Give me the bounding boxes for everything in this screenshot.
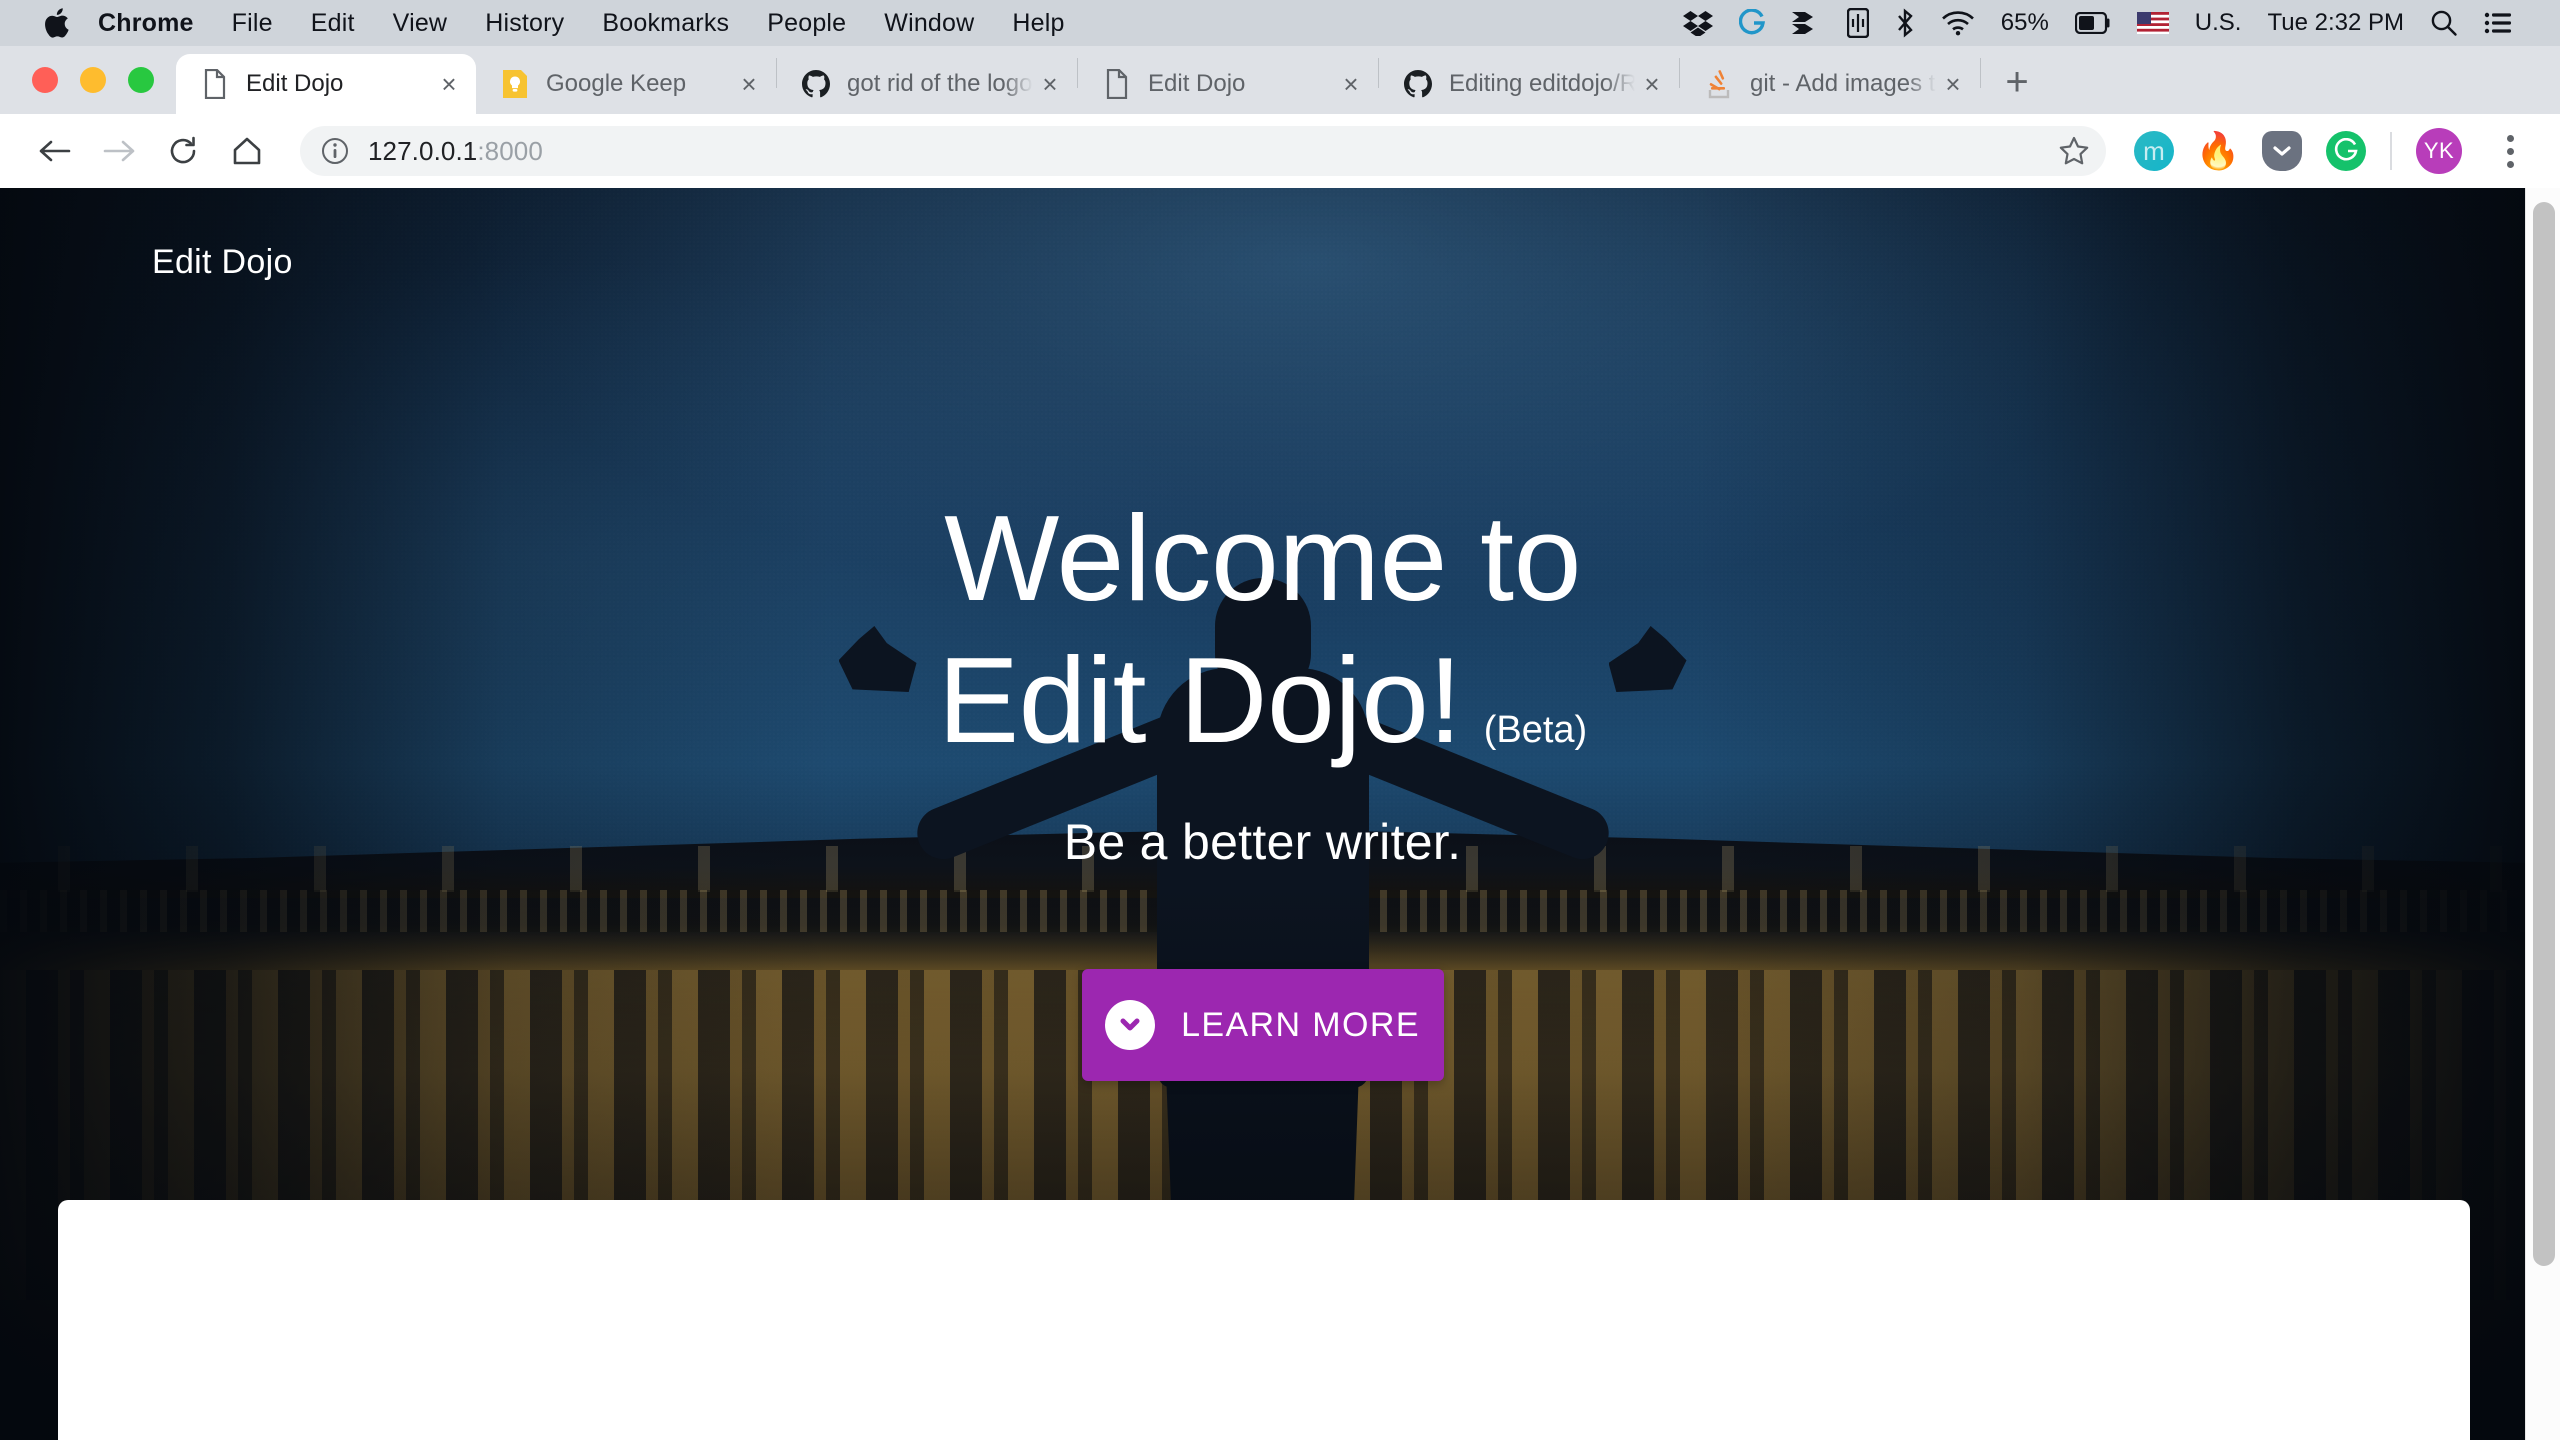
hero-title-line-1: Welcome to: [944, 490, 1581, 626]
tab-close-button[interactable]: ×: [1936, 67, 1970, 101]
pocket-extension-icon[interactable]: [2262, 131, 2302, 171]
content-card: [58, 1200, 2470, 1440]
wifi-icon[interactable]: [1941, 10, 1975, 36]
menu-item-bookmarks[interactable]: Bookmarks: [602, 9, 729, 38]
tab-separator: [1980, 58, 1981, 88]
backblaze-icon[interactable]: [1791, 10, 1821, 36]
beta-badge: (Beta): [1483, 708, 1588, 751]
us-flag-icon[interactable]: [2136, 12, 2169, 34]
profile-avatar[interactable]: YK: [2416, 128, 2462, 174]
new-tab-button[interactable]: +: [1989, 54, 2045, 110]
grammarly-menu-icon[interactable]: [1738, 9, 1765, 37]
github-icon: [801, 69, 831, 99]
battery-percent-label: 65%: [2000, 9, 2049, 36]
menu-item-edit[interactable]: Edit: [311, 9, 355, 38]
url-text: 127.0.0.1:8000: [368, 136, 543, 167]
toolbar-divider: [2390, 132, 2392, 170]
chevron-down-circle-icon: [1105, 1000, 1156, 1051]
tab-close-button[interactable]: ×: [1334, 67, 1368, 101]
fire-emoji-extension-icon[interactable]: 🔥: [2196, 130, 2241, 171]
window-traffic-lights: [0, 46, 176, 114]
tab-close-button[interactable]: ×: [432, 67, 466, 101]
dropbox-icon[interactable]: [1682, 10, 1713, 36]
tab-title: Edit Dojo: [246, 70, 344, 97]
tab-title: Google Keep: [546, 70, 687, 97]
star-icon[interactable]: [2052, 129, 2096, 173]
hero-title-line-2: Edit Dojo!: [937, 631, 1462, 768]
tab-strip: Edit Dojo × Google Keep × got rid of the…: [0, 46, 2560, 114]
spotlight-search-icon[interactable]: [2430, 9, 2458, 37]
stackoverflow-icon: [1704, 69, 1734, 99]
minimize-window-button[interactable]: [80, 67, 106, 93]
tab-editing-editdojo-readme[interactable]: Editing editdojo/READ ×: [1379, 54, 1679, 114]
menu-item-people[interactable]: People: [767, 9, 846, 38]
kebab-menu-icon[interactable]: [2486, 127, 2534, 175]
forward-arrow-icon[interactable]: [90, 122, 148, 180]
menu-bar-clock[interactable]: Tue 2:32 PM: [2267, 9, 2404, 37]
menu-bar-status-area: 65% U.S. Tue 2:32 PM: [1682, 8, 2538, 38]
macos-menu-bar: Chrome File Edit View History Bookmarks …: [0, 0, 2560, 46]
document-icon: [1102, 69, 1132, 99]
github-icon: [1403, 69, 1433, 99]
menu-item-window[interactable]: Window: [884, 9, 974, 38]
tab-got-rid-of-the-logout[interactable]: got rid of the logout b ×: [777, 54, 1077, 114]
hero-subtitle: Be a better writer.: [1063, 814, 1462, 871]
istat-menus-icon[interactable]: [1846, 8, 1869, 38]
tab-title: Edit Dojo: [1148, 70, 1246, 97]
tab-close-button[interactable]: ×: [1033, 67, 1067, 101]
input-source-label[interactable]: U.S.: [2195, 9, 2242, 37]
tab-git-add-images[interactable]: git - Add images to R ×: [1680, 54, 1980, 114]
tab-edit-dojo-2[interactable]: Edit Dojo ×: [1078, 54, 1378, 114]
tab-close-button[interactable]: ×: [732, 67, 766, 101]
back-arrow-icon[interactable]: [26, 122, 84, 180]
address-bar[interactable]: 127.0.0.1:8000: [300, 126, 2106, 176]
hero-section: Edit Dojo Welcome to Edit Dojo! (Beta) Be…: [0, 188, 2525, 1440]
bluetooth-icon[interactable]: [1895, 8, 1915, 38]
page-viewport: Edit Dojo Welcome to Edit Dojo! (Beta) Be…: [0, 188, 2560, 1440]
apple-logo-icon[interactable]: [44, 8, 70, 38]
hero-content: Welcome to Edit Dojo! (Beta) Be a better …: [0, 188, 2525, 1082]
tab-title: Editing editdojo/READ: [1449, 70, 1635, 97]
learn-more-label: LEARN MORE: [1181, 1005, 1420, 1044]
notification-center-icon[interactable]: [2484, 11, 2512, 35]
site-brand-link[interactable]: Edit Dojo: [152, 243, 293, 282]
document-icon: [200, 69, 230, 99]
info-circle-icon[interactable]: [320, 136, 350, 166]
chrome-browser-window: Edit Dojo × Google Keep × got rid of the…: [0, 46, 2560, 1440]
url-host: 127.0.0.1: [368, 135, 478, 166]
momentum-extension-icon[interactable]: m: [2134, 131, 2174, 171]
menu-item-help[interactable]: Help: [1012, 9, 1064, 38]
scrollbar-thumb[interactable]: [2533, 202, 2555, 1266]
tab-close-button[interactable]: ×: [1635, 67, 1669, 101]
tab-edit-dojo-1[interactable]: Edit Dojo ×: [176, 54, 476, 114]
page-title: Welcome to Edit Dojo! (Beta): [633, 488, 1893, 771]
menu-item-file[interactable]: File: [232, 9, 273, 38]
menu-item-chrome[interactable]: Chrome: [98, 9, 194, 38]
tab-title: got rid of the logout b: [847, 70, 1033, 97]
page-scrollbar[interactable]: [2525, 188, 2560, 1440]
url-port: :8000: [477, 135, 543, 166]
reload-icon[interactable]: [154, 122, 212, 180]
home-icon[interactable]: [218, 122, 276, 180]
browser-toolbar: 127.0.0.1:8000 m 🔥 YK: [0, 114, 2560, 188]
zoom-window-button[interactable]: [128, 67, 154, 93]
keep-icon: [500, 69, 530, 99]
tab-title: git - Add images to R: [1750, 70, 1936, 97]
menu-item-view[interactable]: View: [393, 9, 448, 38]
menu-item-history[interactable]: History: [485, 9, 564, 38]
close-window-button[interactable]: [32, 67, 58, 93]
battery-icon[interactable]: [2074, 12, 2111, 34]
extension-icons: m 🔥 YK: [2126, 127, 2534, 175]
tab-google-keep[interactable]: Google Keep ×: [476, 54, 776, 114]
grammarly-extension-icon[interactable]: [2326, 131, 2366, 171]
learn-more-button[interactable]: LEARN MORE: [1081, 969, 1444, 1082]
